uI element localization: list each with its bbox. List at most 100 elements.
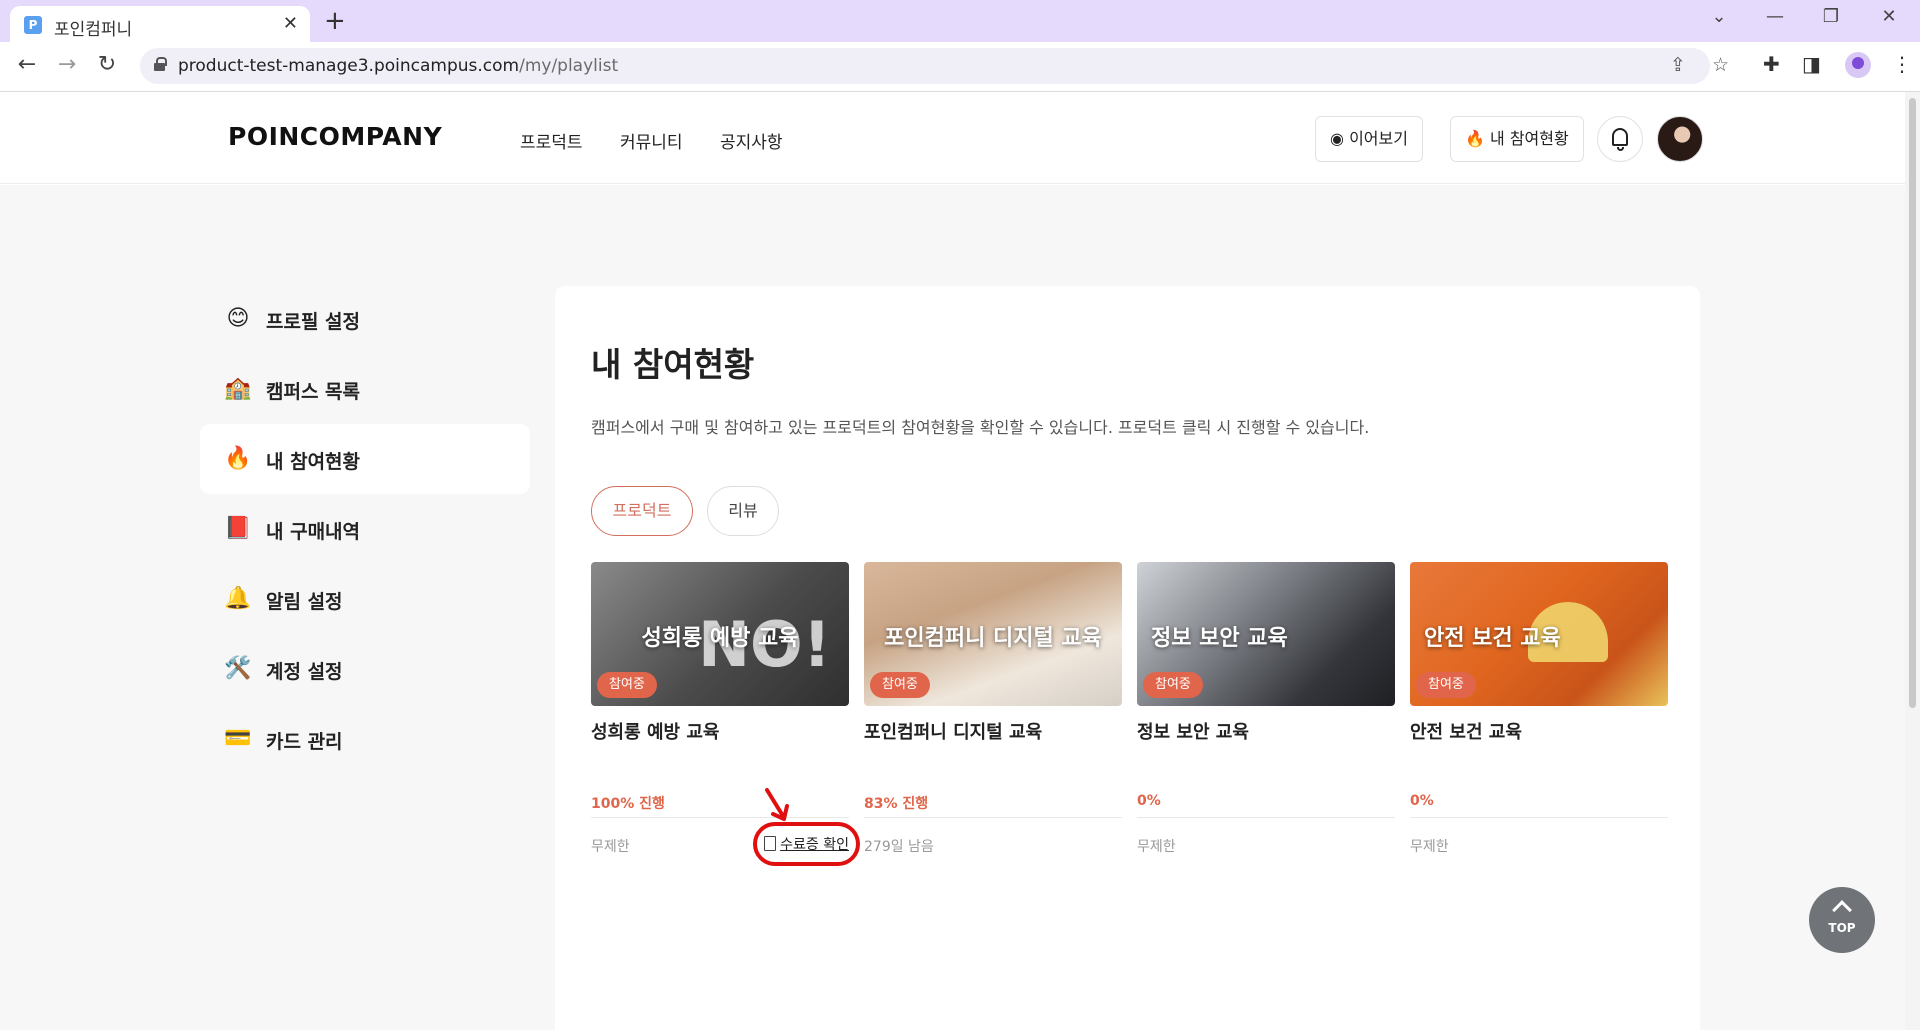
main-panel: 내 참여현황 캠퍼스에서 구매 및 참여하고 있는 프로덕트의 참여현황을 확인…: [555, 286, 1700, 1030]
scrollbar-thumb[interactable]: [1909, 98, 1916, 708]
sidebar-item-label: 내 참여현황: [266, 451, 361, 473]
progress-text: 0%: [1137, 793, 1161, 809]
card-title: 포인컴퍼니 디지털 교육: [864, 722, 1043, 743]
period-text: 279일 남음: [864, 839, 934, 855]
notification-button[interactable]: [1597, 116, 1643, 162]
browser-tab[interactable]: P 포인컴퍼니 ✕: [10, 6, 310, 42]
annotation-highlight: [753, 822, 860, 866]
divider: [1137, 817, 1395, 818]
divider: [591, 817, 849, 818]
progress-text: 0%: [1410, 793, 1434, 809]
sidebar-item-label: 알림 설정: [266, 591, 343, 613]
nav-notice[interactable]: 공지사항: [720, 128, 783, 153]
bell-icon: [1612, 128, 1628, 146]
school-icon: 🏫: [224, 376, 252, 401]
thumbnail-title: 안전 보건 교육: [1424, 626, 1561, 651]
progress-text: 83% 진행: [864, 796, 929, 812]
participation-label: 내 참여현황: [1490, 129, 1569, 148]
sidebar-item-label: 카드 관리: [266, 731, 343, 753]
period-text: 무제한: [1410, 839, 1449, 855]
progress-text: 100% 진행: [591, 796, 665, 812]
site-logo[interactable]: POINCOMPANY: [228, 122, 442, 151]
page-title: 내 참여현황: [591, 345, 755, 384]
chevron-up-icon: [1832, 900, 1852, 920]
window-close-icon[interactable]: ✕: [1866, 6, 1912, 27]
status-badge: 참여중: [1143, 672, 1203, 698]
my-participation-button[interactable]: 🔥 내 참여현황: [1450, 116, 1584, 162]
sidebar-item-participation[interactable]: 🔥 내 참여현황: [200, 424, 530, 494]
top-label: TOP: [1828, 921, 1856, 935]
tab-product[interactable]: 프로덕트: [591, 486, 693, 536]
back-icon[interactable]: ←: [12, 52, 42, 77]
continue-label: 이어보기: [1349, 129, 1408, 148]
forward-icon[interactable]: →: [52, 52, 82, 77]
lock-icon: [154, 57, 167, 71]
thumbnail-title: 포인컴퍼니 디지털 교육: [884, 626, 1102, 651]
status-badge: 참여중: [1416, 672, 1476, 698]
annotation-arrow-icon: [765, 788, 789, 821]
new-tab-icon[interactable]: +: [324, 6, 346, 36]
extensions-icon[interactable]: ✚: [1763, 52, 1780, 76]
card-thumbnail[interactable]: 안전 보건 교육 참여중: [1410, 562, 1668, 706]
fire-icon: 🔥: [224, 446, 252, 471]
product-card[interactable]: NO! 성희롱 예방 교육 참여중 성희롱 예방 교육 100% 진행 무제한 …: [591, 562, 849, 862]
more-menu-icon[interactable]: ⋮: [1892, 52, 1912, 76]
card-thumbnail[interactable]: 포인컴퍼니 디지털 교육 참여중: [864, 562, 1122, 706]
star-icon[interactable]: ☆: [1712, 54, 1729, 76]
thumbnail-title: 정보 보안 교육: [1151, 626, 1288, 651]
card-thumbnail[interactable]: 정보 보안 교육 참여중: [1137, 562, 1395, 706]
close-icon[interactable]: ✕: [283, 13, 298, 34]
reload-icon[interactable]: ↻: [92, 52, 122, 77]
period-text: 무제한: [591, 839, 630, 855]
nav-product[interactable]: 프로덕트: [520, 128, 583, 153]
tab-title: 포인컴퍼니: [54, 20, 133, 40]
sidebar-item-label: 캠퍼스 목록: [266, 381, 361, 403]
sidebar-item-notifications[interactable]: 🔔 알림 설정: [200, 564, 530, 634]
continue-button[interactable]: ◉ 이어보기: [1315, 116, 1423, 162]
favicon-icon: P: [24, 16, 42, 34]
browser-toolbar: ← → ↻ product-test-manage3.poincampus.co…: [0, 42, 1920, 92]
side-panel-icon[interactable]: ◨: [1802, 52, 1821, 76]
sidebar-item-account[interactable]: 🛠️ 계정 설정: [200, 634, 530, 704]
nav-community[interactable]: 커뮤니티: [620, 128, 683, 153]
sidebar-item-label: 내 구매내역: [266, 521, 361, 543]
product-card[interactable]: 포인컴퍼니 디지털 교육 참여중 포인컴퍼니 디지털 교육 83% 진행 279…: [864, 562, 1122, 862]
sidebar-item-purchases[interactable]: 📕 내 구매내역: [200, 494, 530, 564]
card-title: 정보 보안 교육: [1137, 722, 1249, 743]
minimize-icon[interactable]: —: [1752, 6, 1798, 27]
credit-card-icon: 💳: [224, 726, 252, 751]
profile-icon[interactable]: [1845, 52, 1871, 78]
tab-review[interactable]: 리뷰: [707, 486, 779, 536]
avatar[interactable]: [1657, 116, 1703, 162]
sidebar-item-cards[interactable]: 💳 카드 관리: [200, 704, 530, 774]
eye-icon: ◉: [1330, 129, 1344, 148]
card-thumbnail[interactable]: NO! 성희롱 예방 교육 참여중: [591, 562, 849, 706]
fire-icon: 🔥: [1465, 129, 1485, 148]
card-title: 안전 보건 교육: [1410, 722, 1522, 743]
address-bar[interactable]: product-test-manage3.poincampus.com/my/p…: [140, 48, 1729, 84]
card-title: 성희롱 예방 교육: [591, 722, 720, 743]
scroll-top-button[interactable]: TOP: [1809, 887, 1875, 953]
share-icon[interactable]: ⇪: [1670, 54, 1686, 76]
tools-icon: 🛠️: [224, 656, 252, 681]
period-text: 무제한: [1137, 839, 1176, 855]
url-text[interactable]: product-test-manage3.poincampus.com/my/p…: [178, 56, 618, 76]
sidebar-item-label: 프로필 설정: [266, 311, 361, 333]
status-badge: 참여중: [870, 672, 930, 698]
scrollbar[interactable]: [1905, 92, 1920, 1030]
smile-icon: 😊: [226, 306, 250, 331]
browser-tab-strip: P 포인컴퍼니 ✕ + ⌄ — ❐ ✕: [0, 0, 1920, 42]
divider: [864, 817, 1122, 818]
sidebar-item-campus-list[interactable]: 🏫 캠퍼스 목록: [200, 354, 530, 424]
bell-icon: 🔔: [224, 586, 252, 611]
sidebar-item-profile[interactable]: 😊 프로필 설정: [200, 284, 530, 354]
product-card[interactable]: 안전 보건 교육 참여중 안전 보건 교육 0% 무제한: [1410, 562, 1668, 862]
site-header: POINCOMPANY 프로덕트 커뮤니티 공지사항 ◉ 이어보기 🔥 내 참여…: [0, 92, 1905, 184]
thumbnail-title: 성희롱 예방 교육: [641, 626, 799, 651]
page-description: 캠퍼스에서 구매 및 참여하고 있는 프로덕트의 참여현황을 확인할 수 있습니…: [591, 418, 1370, 437]
sidebar-item-label: 계정 설정: [266, 661, 343, 683]
status-badge: 참여중: [597, 672, 657, 698]
restore-icon[interactable]: ❐: [1808, 6, 1854, 27]
product-card[interactable]: 정보 보안 교육 참여중 정보 보안 교육 0% 무제한: [1137, 562, 1395, 862]
chevron-down-icon[interactable]: ⌄: [1696, 6, 1742, 27]
